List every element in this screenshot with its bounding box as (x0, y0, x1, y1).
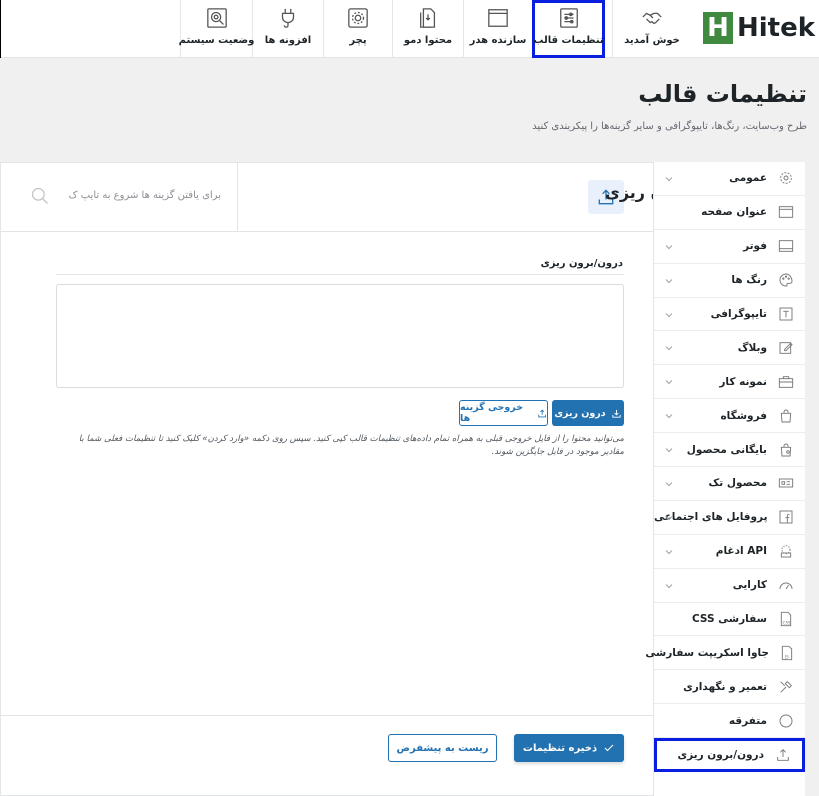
brand-logo[interactable]: H Hitek (703, 12, 815, 44)
sidebar-item-maintenance[interactable]: تعمیر و نگهداری (654, 670, 805, 705)
edit-icon (777, 339, 795, 357)
sidebar-item-general[interactable]: عمومی (654, 162, 805, 196)
tab-demo-content[interactable]: محتوا دمو (392, 0, 463, 58)
chevron-down-icon (665, 380, 673, 385)
save-settings-button[interactable]: ذخیره تنظیمات (514, 734, 624, 762)
sidebar-item-blog[interactable]: وبلاگ (654, 331, 805, 366)
sidebar-item-typography[interactable]: تایپوگرافی (654, 298, 805, 332)
logo-text: Hitek (737, 13, 816, 43)
sidebar-item-social-profiles[interactable]: پروفایل های اجتماعی (654, 501, 805, 535)
typography-icon (777, 305, 795, 323)
upload-icon (537, 408, 546, 417)
css-icon: CSS (777, 610, 795, 628)
settings-sidebar: عمومی عنوان صفحه فوتر رنگ ها تایپوگرافی … (645, 162, 805, 796)
upload-icon (774, 746, 792, 764)
sidebar-item-import-export[interactable]: درون/برون ریزی (654, 738, 805, 773)
sidebar-item-performance[interactable]: کارایی (654, 569, 805, 603)
gear-icon (777, 169, 795, 187)
chevron-down-icon (665, 244, 673, 250)
field-label: درون/برون ریزی (540, 258, 623, 269)
chevron-down-icon (665, 177, 673, 182)
search-gear-icon (206, 8, 227, 28)
sidebar-item-misc[interactable]: متفرقه (654, 704, 805, 739)
handshake-icon (642, 12, 662, 25)
chevron-down-icon (665, 448, 673, 453)
gauge-icon (777, 576, 795, 594)
chevron-down-icon (665, 515, 673, 521)
import-export-textarea[interactable] (56, 284, 624, 388)
sidebar-item-single-product[interactable]: محصول تک (654, 467, 805, 501)
check-icon (604, 744, 614, 752)
footer-icon (777, 237, 795, 255)
tools-icon (777, 678, 795, 696)
import-button[interactable]: درون ریزی (552, 400, 624, 426)
sidebar-item-custom-js[interactable]: جاوا اسکریپت سفارشی JS (645, 636, 805, 671)
svg-text:JS: JS (784, 654, 789, 659)
archive-icon (777, 441, 795, 459)
search-box[interactable]: برای یافتن گزینه ها شروع به تایپ ک (0, 162, 238, 232)
sidebar-item-api-integration[interactable]: ادغام API (654, 535, 805, 569)
tab-header-builder[interactable]: سازنده هدر (463, 0, 532, 58)
tab-welcome[interactable]: خوش آمدید (612, 0, 691, 58)
sidebar-item-product-archive[interactable]: بایگانی محصول (654, 433, 805, 468)
logo-mark: H (703, 12, 733, 44)
sidebar-item-shop[interactable]: فروشگاه (654, 399, 805, 434)
chevron-down-icon (665, 346, 673, 351)
palette-icon (777, 271, 795, 289)
document-icon (420, 8, 436, 28)
tab-theme-settings[interactable]: تنظیمات قالب (532, 0, 605, 58)
chevron-down-icon (665, 549, 673, 555)
sidebar-item-footer[interactable]: فوتر (654, 230, 805, 264)
page-description: طرح وب‌سایت، رنگ‌ها، تایپوگرافی و سایر گ… (532, 121, 807, 132)
chevron-down-icon (665, 278, 673, 284)
sidebar-item-portfolio[interactable]: نمونه کار (654, 365, 805, 400)
tab-patcher[interactable]: پچر (323, 0, 392, 58)
briefcase-icon (777, 373, 795, 391)
chevron-down-icon (665, 312, 673, 317)
facebook-icon (778, 508, 795, 526)
download-icon (612, 409, 621, 418)
window-edge (0, 0, 1, 58)
help-text: می‌توانید محتوا را از فایل خروجی قبلی به… (78, 434, 624, 457)
sidebar-item-colors[interactable]: رنگ ها (654, 264, 805, 298)
window-icon (777, 203, 795, 221)
search-icon (31, 187, 48, 204)
chevron-down-icon (665, 583, 673, 589)
footer-divider (0, 715, 653, 716)
tab-plugins[interactable]: افزونه ها (252, 0, 323, 58)
plug-icon (281, 8, 295, 28)
divider (56, 274, 624, 275)
sidebar-item-page-title[interactable]: عنوان صفحه (654, 196, 805, 230)
js-icon: JS (779, 644, 795, 662)
chevron-down-icon (665, 482, 673, 487)
reset-default-button[interactable]: ریست به پیشفرض (388, 734, 497, 762)
tab-system-status[interactable]: وضعیت سیستم (179, 0, 254, 58)
svg-text:CSS: CSS (783, 620, 791, 625)
dots-icon (777, 712, 795, 730)
page-title: تنظیمات قالب (638, 80, 807, 108)
gear-box-icon (348, 8, 368, 28)
search-input[interactable]: برای یافتن گزینه ها شروع به تایپ ک (69, 190, 221, 201)
export-button[interactable]: خروجی گزینه ها (459, 400, 548, 426)
product-icon (777, 474, 795, 492)
top-bar: H Hitek خوش آمدید تنظیمات قالب سازنده هد… (0, 0, 819, 58)
layout-icon (488, 9, 508, 27)
sidebar-item-custom-css[interactable]: CSS سفارشی CSS (654, 603, 805, 637)
bag-icon (777, 407, 795, 425)
api-icon (777, 542, 795, 560)
content-header: برای یافتن گزینه ها شروع به تایپ ک (0, 162, 653, 232)
chevron-down-icon (665, 414, 673, 419)
sliders-icon (559, 8, 578, 28)
